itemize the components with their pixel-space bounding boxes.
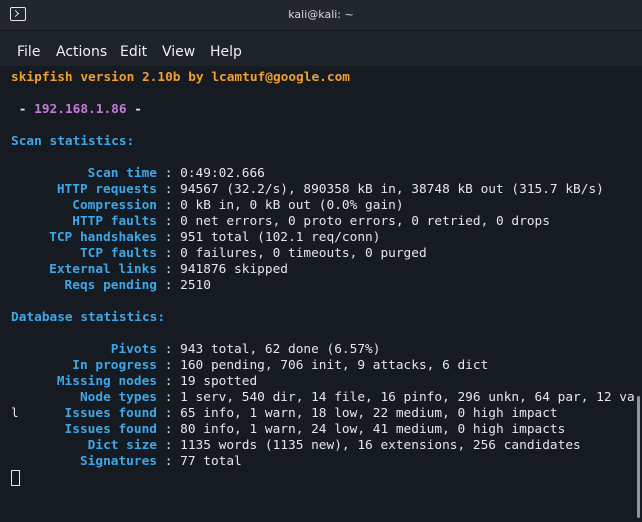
stat-value: 1 serv, 540 dir, 14 file, 16 pinfo, 296 …: [180, 390, 635, 405]
stat-value: 77 total: [180, 454, 242, 469]
stat-label: Compression: [72, 198, 157, 213]
stat-label: In progress: [72, 358, 157, 373]
target-ip: 192.168.1.86: [34, 102, 127, 117]
stat-label: Node types: [79, 390, 157, 405]
db-stats-header: Database statistics:: [11, 310, 166, 325]
stat-row: Issues found : 80 info, 1 warn, 24 low, …: [11, 422, 566, 438]
stat-value: 941876 skipped: [180, 262, 288, 277]
stat-value: 0 kB in, 0 kB out (0.0% gain): [180, 198, 404, 213]
stat-label: Signatures: [79, 454, 157, 469]
stat-label: TCP faults: [79, 246, 157, 261]
target-line: - 192.168.1.86 -: [11, 102, 142, 118]
stat-row: In progress : 160 pending, 706 init, 9 a…: [11, 358, 488, 374]
stat-label: HTTP requests: [56, 182, 157, 197]
stat-label: Dict size: [87, 438, 157, 453]
menu-actions[interactable]: Actions: [56, 44, 107, 60]
stat-label: Reqs pending: [64, 278, 157, 293]
title-bar[interactable]: kali@kali: ~: [0, 0, 642, 31]
stat-row: HTTP faults : 0 net errors, 0 proto erro…: [11, 214, 550, 230]
stat-row: TCP handshakes : 951 total (102.1 req/co…: [11, 230, 380, 246]
target-prefix: -: [11, 102, 35, 117]
terminal-window: kali@kali: ~ File Actions Edit View Help…: [0, 0, 642, 522]
skipfish-signature: skipfish version 2.10b by lcamtuf@google…: [11, 70, 350, 85]
stat-label: Scan time: [87, 166, 157, 181]
stat-row: Signatures : 77 total: [11, 454, 242, 470]
stat-row: Node types : 1 serv, 540 dir, 14 file, 1…: [11, 390, 635, 406]
stat-value: 0 net errors, 0 proto errors, 0 retried,…: [180, 214, 550, 229]
stat-value: 19 spotted: [180, 374, 258, 389]
stat-row: Scan time : 0:49:02.666: [11, 166, 265, 182]
terminal-output[interactable]: skipfish version 2.10b by lcamtuf@google…: [0, 66, 642, 522]
stat-value: 0:49:02.666: [180, 166, 265, 181]
stat-label: Issues found: [64, 422, 157, 437]
stat-label: Issues found: [64, 406, 157, 421]
stat-row: l Issues found : 65 info, 1 warn, 18 low,…: [11, 406, 558, 421]
menu-edit[interactable]: Edit: [120, 44, 147, 60]
stat-row: Reqs pending : 2510: [11, 278, 211, 294]
stat-value: 80 info, 1 warn, 24 low, 41 medium, 0 hi…: [180, 422, 566, 437]
stat-row: External links : 941876 skipped: [11, 262, 288, 278]
stat-value: 951 total (102.1 req/conn): [180, 230, 381, 245]
stat-row: Compression : 0 kB in, 0 kB out (0.0% ga…: [11, 198, 404, 214]
stat-row: Pivots : 943 total, 62 done (6.57%): [11, 342, 381, 358]
scrollbar[interactable]: [637, 396, 640, 518]
stat-value: 65 info, 1 warn, 18 low, 22 medium, 0 hi…: [180, 406, 558, 421]
stat-label: TCP handshakes: [49, 230, 157, 245]
window-title: kali@kali: ~: [288, 8, 354, 21]
menu-bar: File Actions Edit View Help: [0, 31, 642, 65]
menu-file[interactable]: File: [17, 44, 40, 60]
stat-label: Missing nodes: [56, 374, 157, 389]
scan-stats-header: Scan statistics:: [11, 134, 135, 149]
stat-value: 943 total, 62 done (6.57%): [180, 342, 381, 357]
stat-row: TCP faults : 0 failures, 0 timeouts, 0 p…: [11, 246, 427, 262]
stat-value: 0 failures, 0 timeouts, 0 purged: [180, 246, 427, 261]
menu-help[interactable]: Help: [210, 44, 242, 60]
stat-row: HTTP requests : 94567 (32.2/s), 890358 k…: [11, 182, 604, 198]
stat-value: 94567 (32.2/s), 890358 kB in, 38748 kB o…: [180, 182, 604, 197]
terminal-cursor: [11, 470, 20, 486]
stat-label: External links: [49, 262, 157, 277]
stat-row: Dict size : 1135 words (1135 new), 16 ex…: [11, 438, 581, 454]
stat-value: 160 pending, 706 init, 9 attacks, 6 dict: [180, 358, 489, 373]
stat-label: Pivots: [110, 342, 157, 357]
stat-row: Missing nodes : 19 spotted: [11, 374, 257, 390]
target-suffix: -: [126, 102, 142, 117]
stat-label: HTTP faults: [72, 214, 157, 229]
stat-value: 1135 words (1135 new), 16 extensions, 25…: [180, 438, 581, 453]
menu-view[interactable]: View: [162, 44, 195, 60]
stat-value: 2510: [180, 278, 211, 293]
